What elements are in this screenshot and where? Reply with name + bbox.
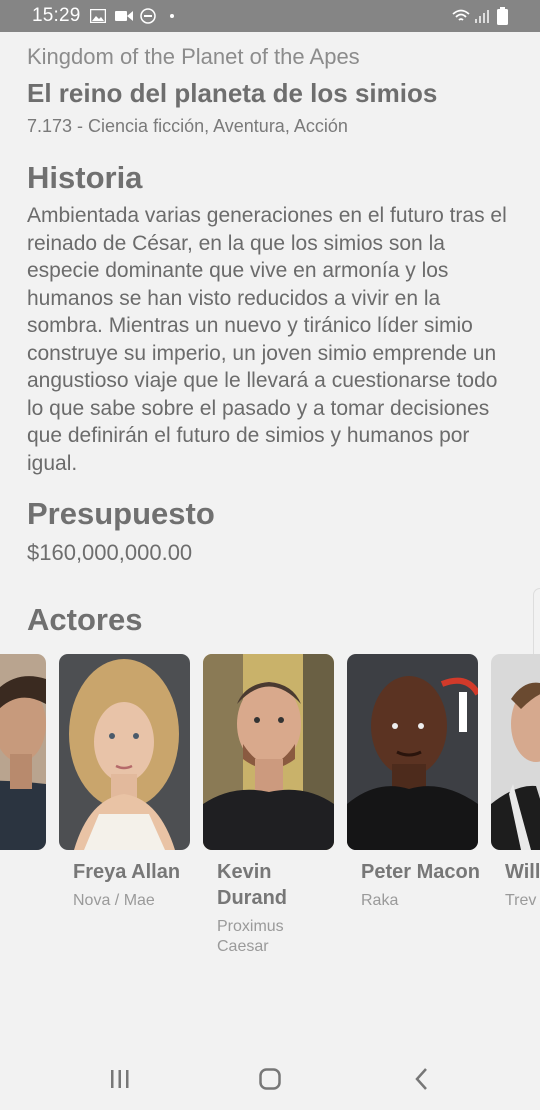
- actor-card[interactable]: Freya Allan Nova / Mae: [59, 654, 190, 911]
- gallery-icon: [90, 9, 106, 23]
- home-icon[interactable]: [250, 1064, 290, 1094]
- actor-card[interactable]: Peter Macon Raka: [347, 654, 480, 911]
- actor-card[interactable]: [0, 654, 46, 859]
- status-bar: 15:29: [0, 0, 540, 32]
- story-text: Ambientada varias generaciones en el fut…: [27, 204, 507, 475]
- actor-name: Freya Allan: [73, 861, 181, 883]
- actor-photo: [347, 654, 478, 850]
- budget-heading: Presupuesto: [27, 496, 215, 531]
- actor-name: Kevin Durand: [217, 861, 287, 909]
- actor-card[interactable]: Kevin Durand Proximus Caesar: [203, 654, 334, 957]
- actor-role: Proximus Caesar: [217, 918, 284, 955]
- actor-card[interactable]: Will Mac Trev: [491, 654, 540, 911]
- actor-role: Trev: [505, 892, 537, 909]
- story-heading: Historia: [27, 160, 143, 195]
- video-icon: [115, 11, 133, 21]
- actor-photo: [59, 654, 190, 850]
- actor-role: Raka: [361, 892, 399, 909]
- actor-name: Will Mac: [505, 861, 540, 883]
- actor-photo: [491, 654, 540, 850]
- cast-carousel[interactable]: Freya Allan Nova / Mae Kevin Durand Prox…: [0, 654, 540, 974]
- rating-genres: 7.173 - Ciencia ficción, Aventura, Acció…: [27, 116, 348, 136]
- original-title: Kingdom of the Planet of the Apes: [27, 44, 360, 69]
- do-not-disturb-icon: [140, 8, 156, 24]
- battery-icon: [497, 7, 508, 25]
- wifi-icon: [452, 9, 470, 21]
- back-icon[interactable]: [402, 1064, 442, 1094]
- actor-role: Nova / Mae: [73, 892, 155, 909]
- budget-value: $160,000,000.00: [27, 540, 193, 565]
- cast-heading: Actores: [27, 602, 143, 637]
- navigation-bar: [0, 1048, 540, 1110]
- actor-name: Peter Macon: [361, 861, 480, 883]
- actor-photo: [203, 654, 334, 850]
- signal-icon: [475, 10, 489, 23]
- movie-title: El reino del planeta de los simios: [27, 78, 438, 108]
- actor-photo: [0, 654, 46, 850]
- notification-dot-icon: [170, 14, 174, 18]
- status-time: 15:29: [32, 5, 81, 26]
- recents-icon[interactable]: [100, 1064, 140, 1094]
